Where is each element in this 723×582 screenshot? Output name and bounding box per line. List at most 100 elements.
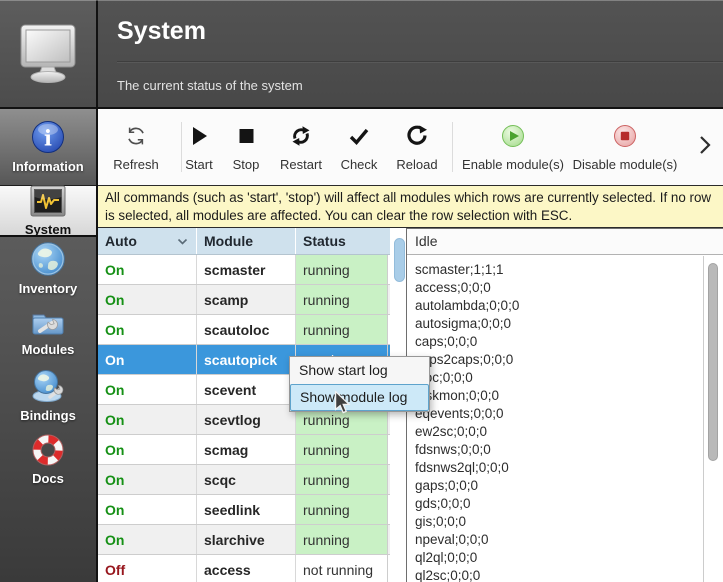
auto-cell[interactable]: On	[98, 495, 197, 524]
status-line: gds;0;0;0	[415, 495, 703, 513]
app-logo-cell	[0, 0, 96, 107]
column-label: Module	[204, 233, 253, 249]
toolbar-label: Stop	[233, 157, 260, 172]
status-cell[interactable]: running	[296, 435, 388, 464]
table-row[interactable]: On seedlink running	[98, 495, 390, 525]
check-button[interactable]: Check	[333, 118, 385, 178]
column-header-module[interactable]: Module	[197, 228, 296, 254]
context-menu: Show start log Show module log	[289, 356, 430, 412]
sidebar-item-bindings[interactable]: Bindings	[0, 363, 96, 429]
status-cell[interactable]: running	[296, 465, 388, 494]
toolbar: Refresh Start Stop Res	[98, 109, 723, 185]
status-line: npeval;0;0;0	[415, 531, 703, 549]
status-line: caps2caps;0;0;0	[415, 351, 703, 369]
status-line-text: ql2sc;0;0;0	[415, 568, 480, 582]
chevron-right-icon	[696, 133, 714, 157]
table-body: On scmaster running On scamp running On …	[98, 255, 390, 582]
table-row[interactable]: On slarchive running	[98, 525, 390, 555]
toolbar-label: Reload	[396, 157, 437, 172]
reload-button[interactable]: Reload	[389, 118, 445, 178]
status-cell[interactable]: running	[296, 315, 388, 344]
auto-cell[interactable]: On	[98, 405, 197, 434]
docs-lifebuoy-icon	[32, 434, 64, 466]
panel-scrollbar	[703, 256, 723, 582]
table-row[interactable]: On scamp running	[98, 285, 390, 315]
status-line-text: fdsnws;0;0;0	[415, 442, 491, 457]
status-log-panel: Idle scmaster;1;1;1 access;0;0;0 autolam…	[406, 228, 723, 582]
sidebar-item-docs[interactable]: Docs	[0, 429, 96, 491]
sidebar-item-modules[interactable]: Modules	[0, 301, 96, 363]
menu-item-show-start-log[interactable]: Show start log	[290, 357, 429, 384]
status-line: ql2ql;0;0;0	[415, 549, 703, 567]
status-line: fdsnws;0;0;0	[415, 441, 703, 459]
auto-cell[interactable]: On	[98, 465, 197, 494]
start-button[interactable]: Start	[176, 118, 222, 178]
auto-cell[interactable]: On	[98, 435, 197, 464]
module-cell[interactable]: scautopick	[197, 345, 296, 374]
module-cell[interactable]: scevtlog	[197, 405, 296, 434]
status-line-text: npeval;0;0;0	[415, 532, 489, 547]
status-line: scmaster;1;1;1	[415, 261, 703, 279]
status-line: gis;0;0;0	[415, 513, 703, 531]
stop-icon	[233, 123, 259, 149]
menu-item-show-module-log[interactable]: Show module log	[290, 384, 429, 411]
module-cell[interactable]: scevent	[197, 375, 296, 404]
status-cell[interactable]: running	[296, 525, 388, 554]
table-row[interactable]: On scqc running	[98, 465, 390, 495]
system-monitor-icon	[30, 185, 66, 217]
status-line: autosigma;0;0;0	[415, 315, 703, 333]
auto-cell[interactable]: On	[98, 525, 197, 554]
table-row[interactable]: On scmag running	[98, 435, 390, 465]
table-row[interactable]: On scmaster running	[98, 255, 390, 285]
header-divider	[117, 61, 723, 62]
sidebar: i Information System	[0, 0, 96, 582]
sidebar-divider	[96, 0, 98, 582]
column-header-status[interactable]: Status	[296, 228, 390, 254]
status-cell[interactable]: running	[296, 285, 388, 314]
auto-cell[interactable]: Off	[98, 555, 197, 582]
toolbar-label: Start	[185, 157, 212, 172]
refresh-button[interactable]: Refresh	[106, 118, 166, 178]
status-line-text: scmaster;1;1;1	[415, 262, 504, 277]
table-row[interactable]: On scautoloc running	[98, 315, 390, 345]
module-cell[interactable]: scautoloc	[197, 315, 296, 344]
status-lines: scmaster;1;1;1 access;0;0;0 autolambda;0…	[407, 256, 703, 582]
sidebar-item-information[interactable]: i Information	[0, 109, 96, 185]
toolbar-overflow-button[interactable]	[696, 133, 714, 157]
panel-scrollbar-thumb[interactable]	[708, 263, 718, 461]
sidebar-item-label: System	[25, 222, 71, 237]
module-cell[interactable]: seedlink	[197, 495, 296, 524]
auto-cell[interactable]: On	[98, 285, 197, 314]
restart-button[interactable]: Restart	[271, 118, 331, 178]
table-header-row: Auto Module Status	[98, 228, 390, 255]
reload-icon	[404, 123, 430, 149]
status-cell[interactable]: not running	[296, 555, 388, 582]
toolbar-label: Enable module(s)	[462, 157, 564, 172]
toolbar-label: Restart	[280, 157, 322, 172]
auto-cell[interactable]: On	[98, 345, 197, 374]
sidebar-item-system[interactable]: System	[0, 185, 96, 237]
module-cell[interactable]: scmag	[197, 435, 296, 464]
sidebar-item-inventory[interactable]: Inventory	[0, 237, 96, 301]
table-row[interactable]: Off access not running	[98, 555, 390, 582]
column-header-auto[interactable]: Auto	[98, 228, 197, 254]
module-cell[interactable]: scqc	[197, 465, 296, 494]
module-cell[interactable]: scamp	[197, 285, 296, 314]
status-line-text: access;0;0;0	[415, 280, 491, 295]
auto-cell[interactable]: On	[98, 375, 197, 404]
module-cell[interactable]: scmaster	[197, 255, 296, 284]
module-cell[interactable]: slarchive	[197, 525, 296, 554]
auto-cell[interactable]: On	[98, 255, 197, 284]
enable-modules-button[interactable]: Enable module(s)	[457, 118, 569, 178]
status-line-text: gds;0;0;0	[415, 496, 471, 511]
status-line: ql2sc;0;0;0	[415, 567, 703, 582]
status-line-text: gis;0;0;0	[415, 514, 466, 529]
stop-button[interactable]: Stop	[223, 118, 269, 178]
status-cell[interactable]: running	[296, 495, 388, 524]
disable-modules-button[interactable]: Disable module(s)	[569, 118, 681, 178]
status-cell[interactable]: running	[296, 255, 388, 284]
status-line: gaps;0;0;0	[415, 477, 703, 495]
module-cell[interactable]: access	[197, 555, 296, 582]
table-scrollbar-thumb[interactable]	[394, 238, 405, 282]
auto-cell[interactable]: On	[98, 315, 197, 344]
